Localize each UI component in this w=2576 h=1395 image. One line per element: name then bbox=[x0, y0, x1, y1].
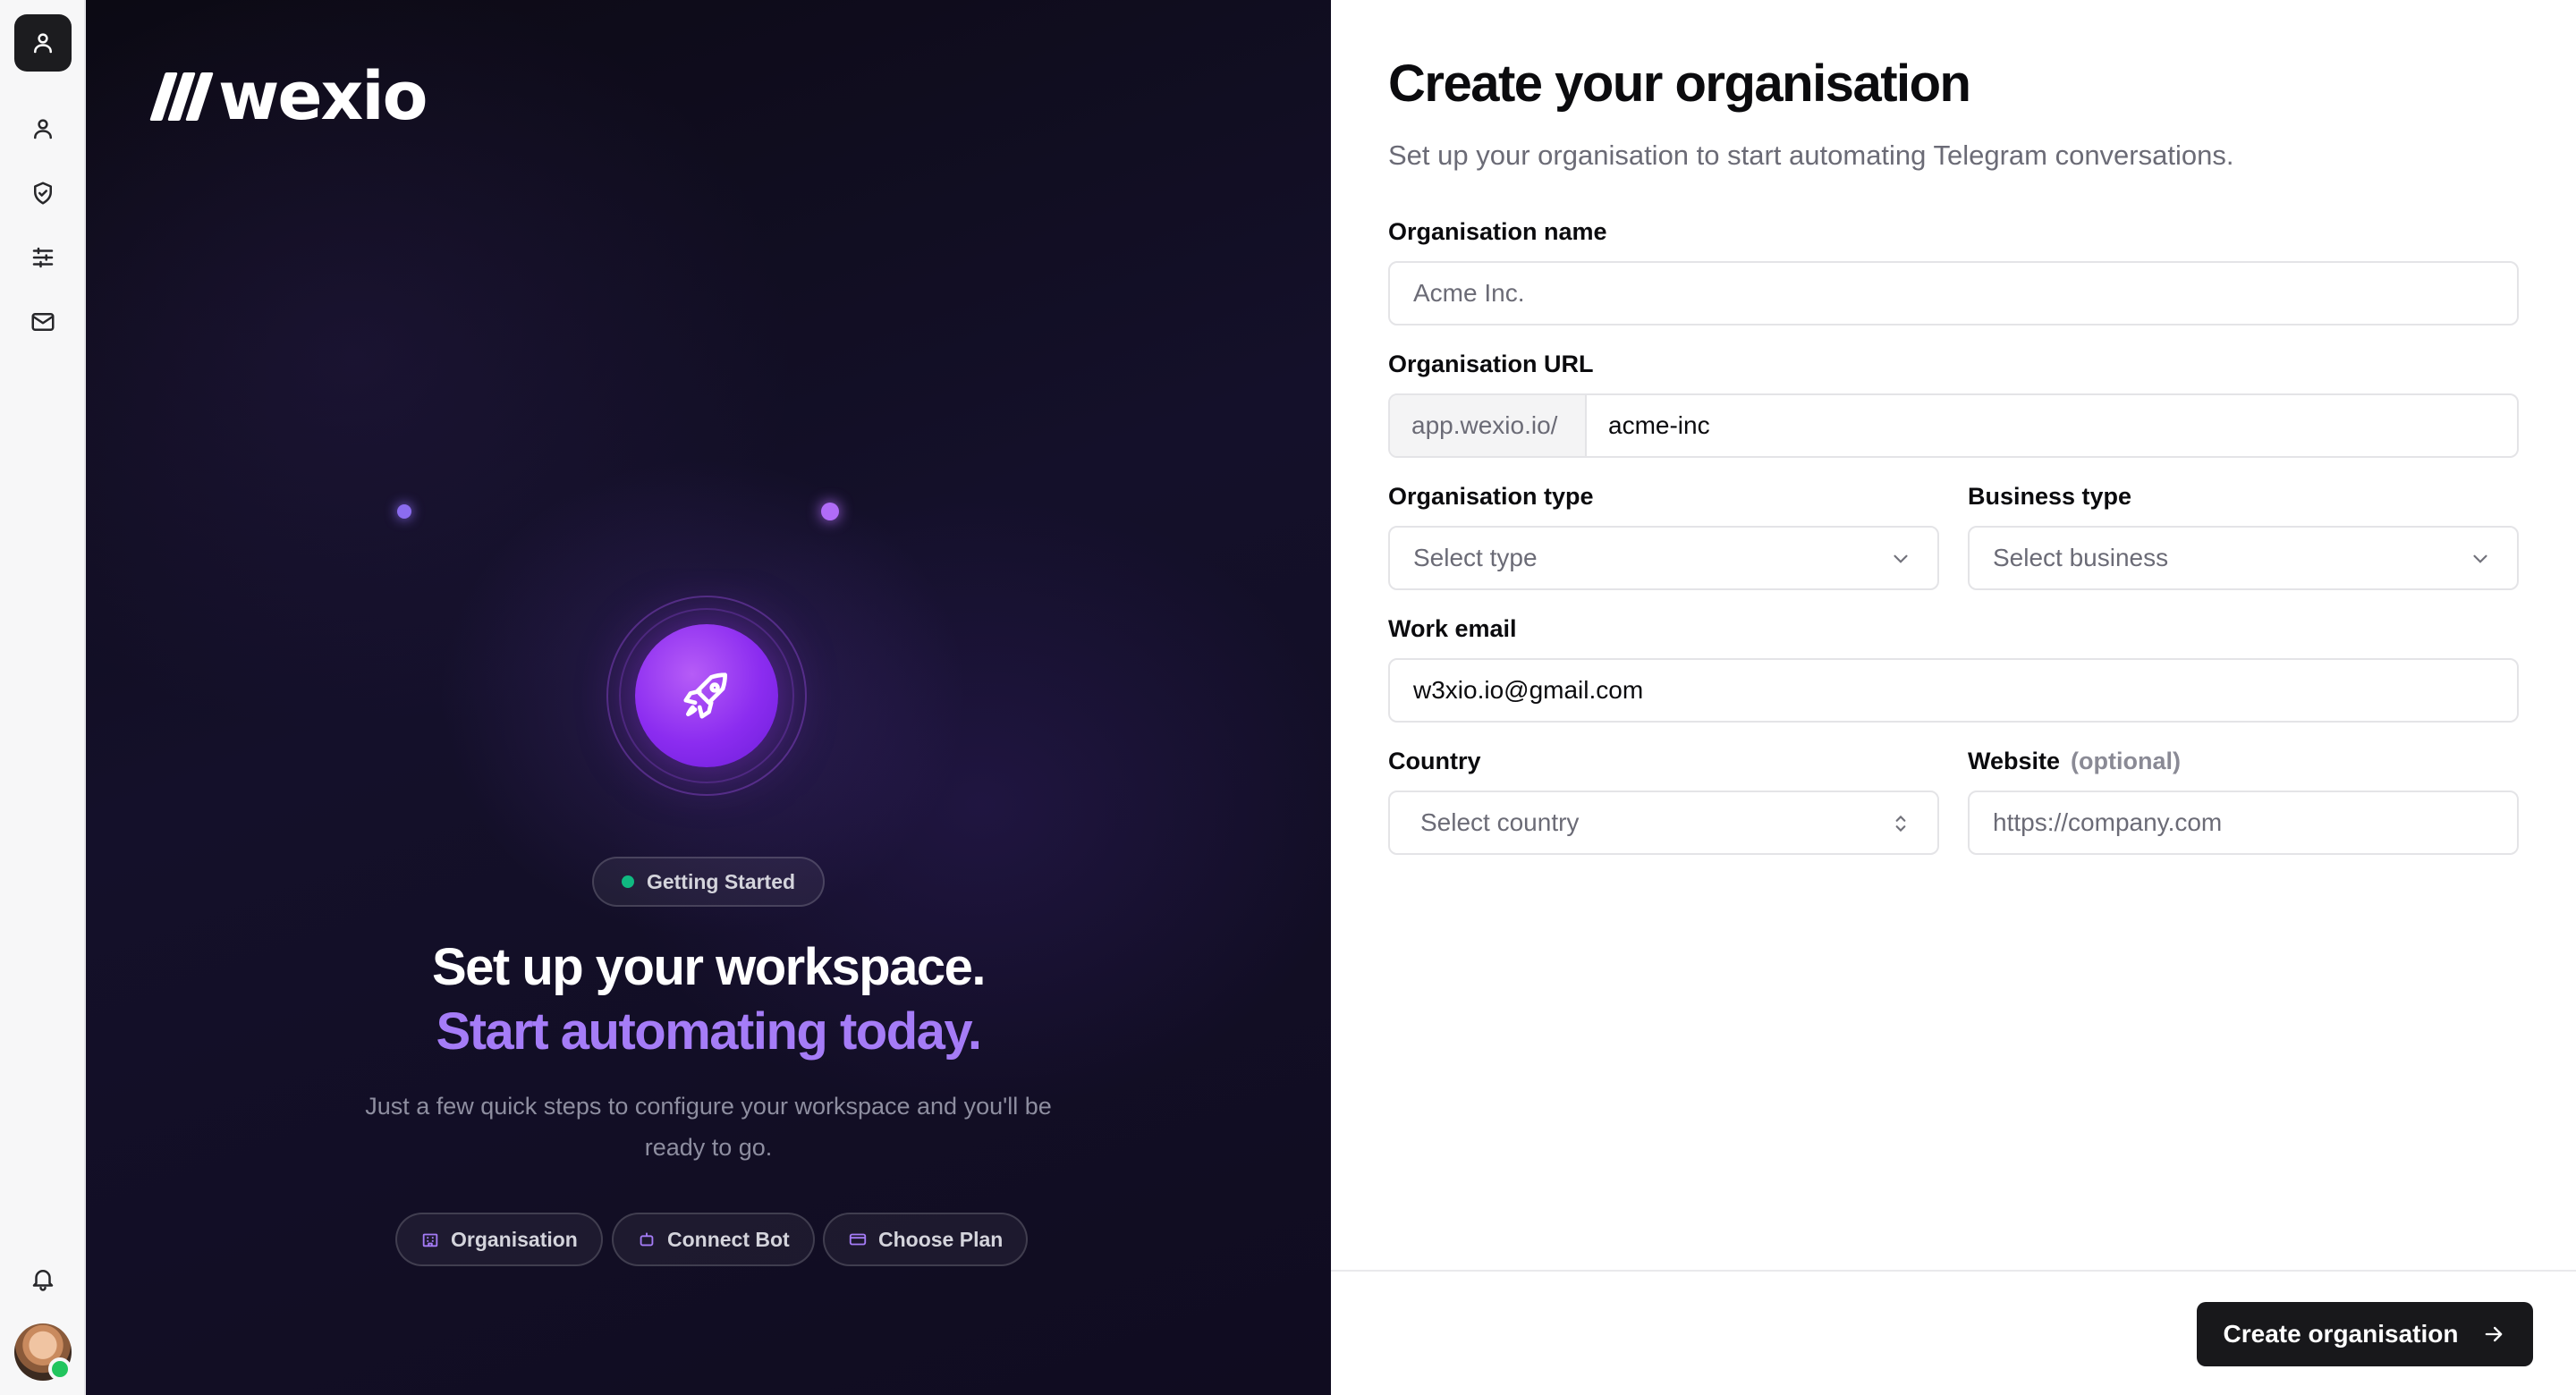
footer-divider bbox=[1331, 1270, 2576, 1272]
org-name-label: Organisation name bbox=[1388, 218, 1607, 245]
work-email-label: Work email bbox=[1388, 615, 1517, 642]
create-organisation-label: Create organisation bbox=[2223, 1320, 2459, 1348]
create-organisation-form: Create your organisation Set up your org… bbox=[1331, 0, 2576, 1395]
page-subtitle: Set up your organisation to start automa… bbox=[1388, 140, 2234, 171]
sidebar-item-inbox[interactable] bbox=[21, 300, 64, 343]
step-chip-connect-bot: Connect Bot bbox=[612, 1213, 815, 1266]
step-label: Connect Bot bbox=[667, 1227, 790, 1251]
sidebar-item-profile[interactable] bbox=[21, 107, 64, 150]
bell-icon bbox=[32, 1270, 54, 1291]
org-name-input[interactable]: Acme Inc. bbox=[1388, 261, 2519, 326]
step-chip-choose-plan: Choose Plan bbox=[823, 1213, 1029, 1266]
org-type-select[interactable]: Select type bbox=[1388, 526, 1939, 590]
decor-dot bbox=[397, 504, 411, 519]
org-url-input[interactable]: acme-inc bbox=[1587, 395, 2517, 456]
optional-hint: (optional) bbox=[2071, 748, 2181, 774]
step-label: Choose Plan bbox=[878, 1227, 1004, 1251]
chevrons-up-down-icon bbox=[1895, 815, 1906, 833]
sidebar-item-settings[interactable] bbox=[21, 236, 64, 279]
business-type-value: Select business bbox=[1993, 544, 2169, 571]
shield-check-icon bbox=[34, 182, 52, 205]
bot-icon bbox=[640, 1232, 654, 1247]
work-email-input[interactable]: w3xio.io@gmail.com bbox=[1388, 658, 2519, 723]
app-sidebar bbox=[0, 0, 86, 1395]
org-type-value: Select type bbox=[1413, 544, 1538, 571]
arrow-right-icon bbox=[2486, 1326, 2503, 1342]
badge-label: Getting Started bbox=[646, 869, 796, 893]
chevron-down-icon bbox=[1894, 554, 1908, 563]
website-label: Website (optional) bbox=[1968, 748, 2181, 775]
user-icon bbox=[34, 119, 52, 140]
business-type-select[interactable]: Select business bbox=[1968, 526, 2519, 590]
sliders-icon bbox=[32, 247, 54, 268]
hero-title: Set up your workspace. bbox=[431, 938, 987, 996]
org-url-label: Organisation URL bbox=[1388, 351, 1594, 377]
step-chip-organisation: Organisation bbox=[395, 1213, 603, 1266]
org-type-label: Organisation type bbox=[1388, 483, 1594, 510]
decor-dot bbox=[821, 503, 839, 520]
page-title: Create your organisation bbox=[1388, 55, 1971, 113]
profile-switcher-button[interactable] bbox=[14, 14, 72, 72]
step-label: Organisation bbox=[451, 1227, 578, 1251]
country-select[interactable]: Select country bbox=[1388, 790, 1939, 855]
hero-subtitle: Just a few quick steps to configure your… bbox=[365, 1093, 1052, 1161]
logo-wordmark: wexio bbox=[218, 58, 428, 135]
url-prefix: app.wexio.io/ bbox=[1390, 395, 1587, 456]
user-icon bbox=[34, 33, 52, 54]
getting-started-badge: Getting Started bbox=[592, 857, 825, 907]
credit-card-icon bbox=[849, 1233, 867, 1246]
website-label-text: Website bbox=[1968, 748, 2061, 774]
business-type-label: Business type bbox=[1968, 483, 2132, 510]
chevron-down-icon bbox=[2473, 554, 2487, 563]
wexio-logo: wexio bbox=[149, 58, 428, 135]
mail-icon bbox=[31, 313, 55, 331]
website-input[interactable]: https://company.com bbox=[1968, 790, 2519, 855]
rocket-icon bbox=[683, 672, 727, 719]
rocket-illustration bbox=[606, 596, 807, 796]
onboarding-hero-panel: wexio Getting Started Set up your worksp… bbox=[86, 0, 1331, 1395]
country-label: Country bbox=[1388, 748, 1481, 774]
sidebar-item-security[interactable] bbox=[21, 172, 64, 215]
notifications-button[interactable] bbox=[21, 1257, 64, 1300]
status-dot bbox=[621, 875, 634, 888]
country-value: Select country bbox=[1420, 808, 1580, 836]
hero-title-accent: Start automating today. bbox=[436, 1002, 982, 1061]
wexio-logo-mark bbox=[149, 72, 214, 121]
org-url-field: app.wexio.io/ acme-inc bbox=[1388, 393, 2519, 458]
create-organisation-button[interactable]: Create organisation bbox=[2197, 1302, 2533, 1366]
building-icon bbox=[422, 1233, 438, 1247]
online-status-indicator bbox=[48, 1357, 72, 1381]
